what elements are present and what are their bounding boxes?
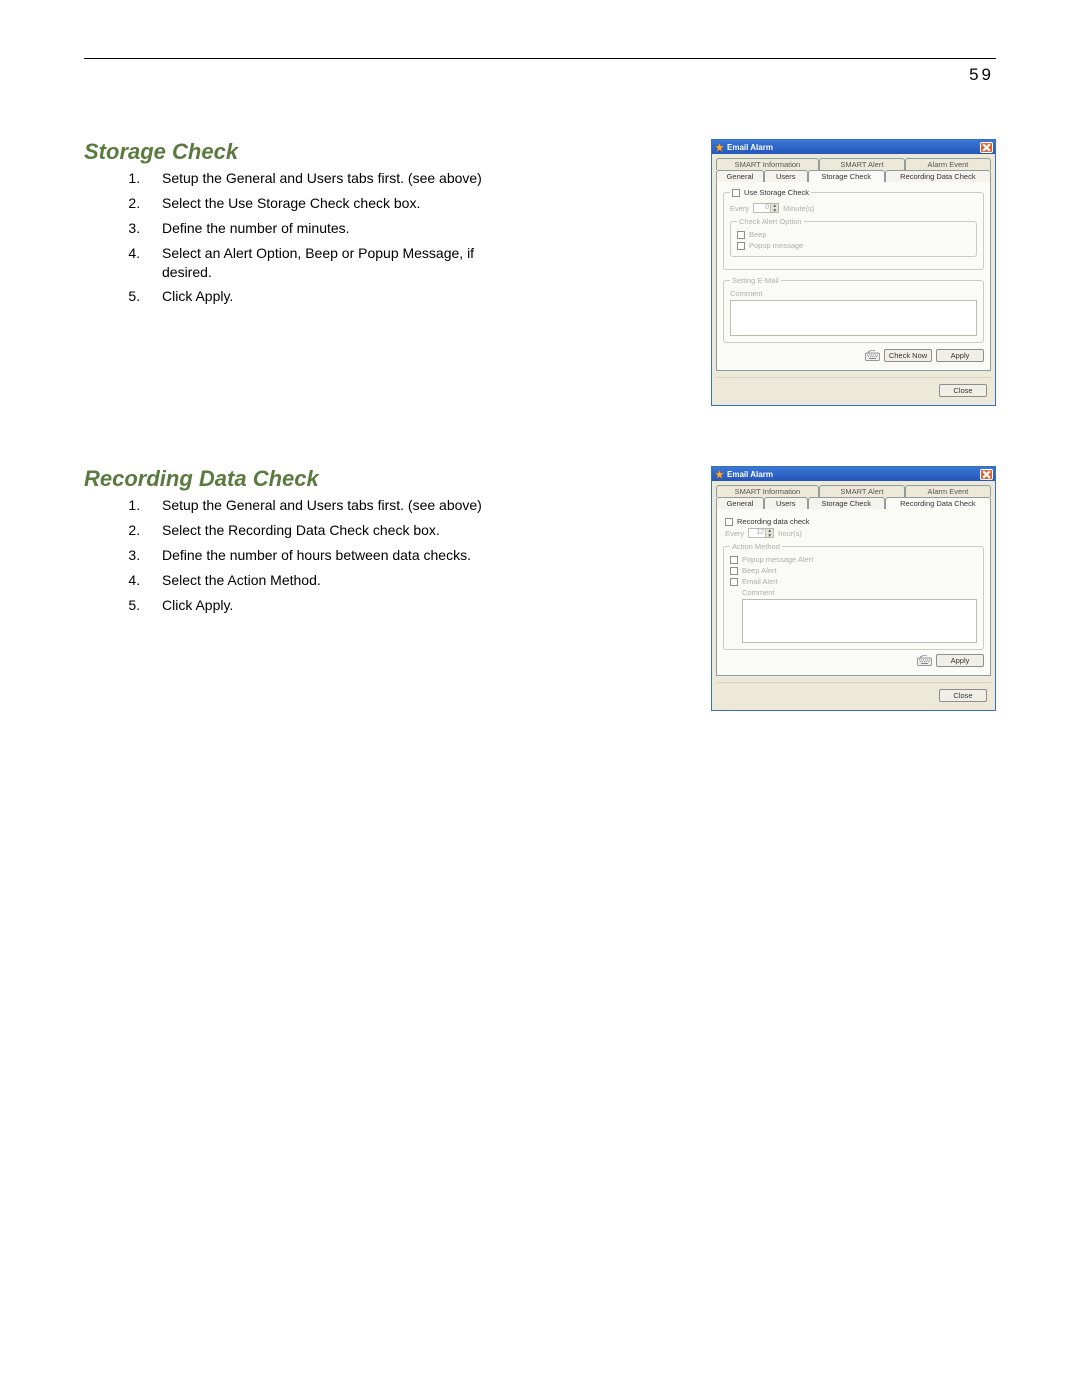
tab-recording-data-check[interactable]: Recording Data Check bbox=[885, 497, 991, 509]
close-icon[interactable] bbox=[980, 469, 993, 480]
tab-panel-storage-check: Use Storage Check Every 0 ▲▼ Minute(s) bbox=[716, 181, 991, 371]
tab-general[interactable]: General bbox=[716, 170, 764, 182]
legend-alert-option: Check Alert Option bbox=[737, 217, 804, 226]
fieldset-setting-email: Setting E-Mail Comment bbox=[723, 276, 984, 343]
spin-value[interactable]: 0 bbox=[753, 203, 771, 213]
label-every: Every bbox=[725, 529, 744, 538]
spin-value[interactable]: 12 bbox=[748, 528, 766, 538]
checkbox-recording-data-check[interactable] bbox=[725, 518, 733, 526]
header-rule bbox=[84, 58, 996, 59]
page-number: 59 bbox=[84, 65, 996, 85]
tab-strip: SMART Information SMART Alert Alarm Even… bbox=[716, 485, 991, 509]
window-title: Email Alarm bbox=[727, 470, 773, 479]
step-item: Define the number of hours between data … bbox=[144, 546, 514, 565]
spin-buttons[interactable]: ▲▼ bbox=[771, 203, 779, 213]
textarea-comment[interactable] bbox=[742, 599, 977, 643]
app-icon bbox=[714, 142, 724, 152]
fieldset-alert-option: Check Alert Option Beep Popup message bbox=[730, 217, 977, 257]
checkbox-beep[interactable] bbox=[737, 231, 745, 239]
checkbox-email-alert[interactable] bbox=[730, 578, 738, 586]
keyboard-icon[interactable] bbox=[917, 655, 932, 667]
steps-storage-check: Setup the General and Users tabs first. … bbox=[122, 169, 514, 306]
apply-button[interactable]: Apply bbox=[936, 349, 984, 362]
steps-recording-data-check: Setup the General and Users tabs first. … bbox=[122, 496, 514, 614]
checkbox-label: Use Storage Check bbox=[744, 188, 809, 197]
tab-storage-check[interactable]: Storage Check bbox=[808, 497, 885, 509]
heading-storage-check: Storage Check bbox=[84, 139, 514, 165]
tab-storage-check[interactable]: Storage Check bbox=[808, 170, 885, 182]
tab-alarm-event[interactable]: Alarm Event bbox=[905, 485, 991, 497]
textarea-comment[interactable] bbox=[730, 300, 977, 336]
tab-general[interactable]: General bbox=[716, 497, 764, 509]
legend-action-method: Action Method bbox=[730, 542, 782, 551]
close-icon[interactable] bbox=[980, 142, 993, 153]
tab-recording-data-check[interactable]: Recording Data Check bbox=[885, 170, 991, 182]
step-item: Select the Use Storage Check check box. bbox=[144, 194, 514, 213]
step-item: Define the number of minutes. bbox=[144, 219, 514, 238]
checkbox-label: Popup message Alert bbox=[742, 555, 813, 564]
tab-alarm-event[interactable]: Alarm Event bbox=[905, 158, 991, 170]
legend-setting-email: Setting E-Mail bbox=[730, 276, 781, 285]
label-unit: Minute(s) bbox=[783, 204, 814, 213]
close-button[interactable]: Close bbox=[939, 689, 987, 702]
fieldset-action-method: Action Method Popup message Alert Beep A… bbox=[723, 542, 984, 650]
dialog-email-alarm-storage: Email Alarm SMART Information SMART Aler… bbox=[711, 139, 996, 406]
checkbox-label: Beep bbox=[749, 230, 767, 239]
section-storage-check: Storage Check Setup the General and User… bbox=[84, 139, 996, 406]
tab-smart-alert[interactable]: SMART Alert bbox=[819, 158, 905, 170]
label-comment: Comment bbox=[730, 289, 977, 298]
titlebar[interactable]: Email Alarm bbox=[712, 467, 995, 481]
apply-button[interactable]: Apply bbox=[936, 654, 984, 667]
spin-buttons[interactable]: ▲▼ bbox=[766, 528, 774, 538]
heading-recording-data-check: Recording Data Check bbox=[84, 466, 514, 492]
tab-smart-alert[interactable]: SMART Alert bbox=[819, 485, 905, 497]
step-item: Select an Alert Option, Beep or Popup Me… bbox=[144, 244, 514, 282]
tab-users[interactable]: Users bbox=[764, 497, 808, 509]
app-icon bbox=[714, 469, 724, 479]
checkbox-popup-alert[interactable] bbox=[730, 556, 738, 564]
checkbox-label: Popup message bbox=[749, 241, 803, 250]
step-item: Setup the General and Users tabs first. … bbox=[144, 169, 514, 188]
step-item: Click Apply. bbox=[144, 596, 514, 615]
tab-users[interactable]: Users bbox=[764, 170, 808, 182]
step-item: Click Apply. bbox=[144, 287, 514, 306]
step-item: Select the Action Method. bbox=[144, 571, 514, 590]
tab-smart-information[interactable]: SMART Information bbox=[716, 485, 819, 497]
section-recording-data-check: Recording Data Check Setup the General a… bbox=[84, 466, 996, 711]
checkbox-label: Email Alert bbox=[742, 577, 778, 586]
checkbox-beep-alert[interactable] bbox=[730, 567, 738, 575]
checkbox-label: Recording data check bbox=[737, 517, 810, 526]
checkbox-use-storage-check[interactable] bbox=[732, 189, 740, 197]
keyboard-icon[interactable] bbox=[865, 350, 880, 362]
step-item: Select the Recording Data Check check bo… bbox=[144, 521, 514, 540]
step-item: Setup the General and Users tabs first. … bbox=[144, 496, 514, 515]
label-every: Every bbox=[730, 204, 749, 213]
spin-hours[interactable]: 12 ▲▼ bbox=[748, 528, 774, 538]
tab-panel-recording-data-check: Recording data check Every 12 ▲▼ hour(s)… bbox=[716, 508, 991, 676]
checkbox-popup-message[interactable] bbox=[737, 242, 745, 250]
fieldset-use-storage-check: Use Storage Check Every 0 ▲▼ Minute(s) bbox=[723, 188, 984, 270]
label-comment: Comment bbox=[742, 588, 977, 597]
tab-strip: SMART Information SMART Alert Alarm Even… bbox=[716, 158, 991, 182]
titlebar[interactable]: Email Alarm bbox=[712, 140, 995, 154]
close-button[interactable]: Close bbox=[939, 384, 987, 397]
dialog-email-alarm-recording: Email Alarm SMART Information SMART Aler… bbox=[711, 466, 996, 711]
label-unit: hour(s) bbox=[778, 529, 802, 538]
window-title: Email Alarm bbox=[727, 143, 773, 152]
tab-smart-information[interactable]: SMART Information bbox=[716, 158, 819, 170]
checkbox-label: Beep Alert bbox=[742, 566, 777, 575]
check-now-button[interactable]: Check Now bbox=[884, 349, 932, 362]
spin-minutes[interactable]: 0 ▲▼ bbox=[753, 203, 779, 213]
